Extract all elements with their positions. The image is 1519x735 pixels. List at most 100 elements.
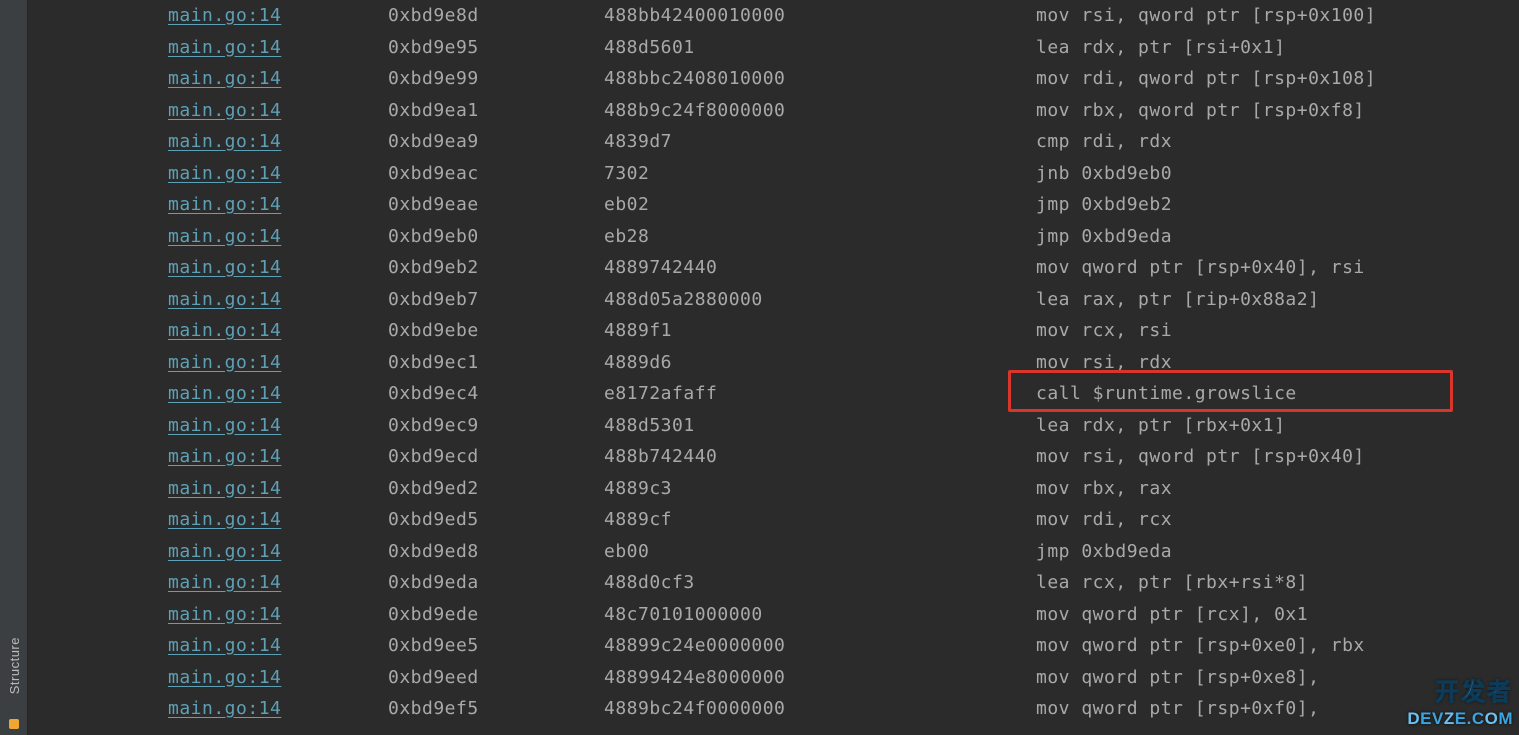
opcode-bytes: 48899424e8000000 [604,662,1036,694]
disasm-row[interactable]: main.go:140xbd9ecd488b742440mov rsi, qwo… [28,441,1519,473]
source-link[interactable]: main.go:14 [168,63,388,95]
source-link[interactable]: main.go:14 [168,504,388,536]
source-link[interactable]: main.go:14 [168,284,388,316]
asm-text: call $runtime.growslice [1036,378,1519,410]
opcode-bytes: 4889742440 [604,252,1036,284]
address: 0xbd9eac [388,158,604,190]
disassembly-panel[interactable]: main.go:140xbd9e8d488bb42400010000mov rs… [28,0,1519,735]
structure-tool-tab[interactable]: Structure [0,601,28,731]
source-link[interactable]: main.go:14 [168,630,388,662]
source-link[interactable]: main.go:14 [168,32,388,64]
source-link[interactable]: main.go:14 [168,252,388,284]
disasm-row[interactable]: main.go:140xbd9e95488d5601lea rdx, ptr [… [28,32,1519,64]
asm-text: mov rsi, qword ptr [rsp+0x40] [1036,441,1519,473]
address: 0xbd9eed [388,662,604,694]
structure-tab-label: Structure [7,637,22,694]
address: 0xbd9ed8 [388,536,604,568]
source-link[interactable]: main.go:14 [168,536,388,568]
disasm-row[interactable]: main.go:140xbd9ede48c70101000000mov qwor… [28,599,1519,631]
opcode-bytes: 488bb42400010000 [604,0,1036,32]
source-link[interactable]: main.go:14 [168,95,388,127]
address: 0xbd9ecd [388,441,604,473]
disasm-row[interactable]: main.go:140xbd9eb0eb28jmp 0xbd9eda [28,221,1519,253]
asm-text: mov rdi, rcx [1036,504,1519,536]
asm-text: jmp 0xbd9eb2 [1036,189,1519,221]
disasm-row[interactable]: main.go:140xbd9e99488bbc2408010000mov rd… [28,63,1519,95]
opcode-bytes: eb28 [604,221,1036,253]
asm-text: lea rdx, ptr [rbx+0x1] [1036,410,1519,442]
address: 0xbd9ed2 [388,473,604,505]
opcode-bytes: 48899c24e0000000 [604,630,1036,662]
opcode-bytes: eb00 [604,536,1036,568]
source-link[interactable]: main.go:14 [168,599,388,631]
source-link[interactable]: main.go:14 [168,126,388,158]
opcode-bytes: 488d5601 [604,32,1036,64]
source-link[interactable]: main.go:14 [168,662,388,694]
source-link[interactable]: main.go:14 [168,473,388,505]
address: 0xbd9ea9 [388,126,604,158]
source-link[interactable]: main.go:14 [168,410,388,442]
source-link[interactable]: main.go:14 [168,378,388,410]
asm-text: mov rbx, rax [1036,473,1519,505]
disasm-row[interactable]: main.go:140xbd9ed54889cfmov rdi, rcx [28,504,1519,536]
disasm-row[interactable]: main.go:140xbd9eaeeb02jmp 0xbd9eb2 [28,189,1519,221]
address: 0xbd9ef5 [388,693,604,725]
opcode-bytes: 488d0cf3 [604,567,1036,599]
opcode-bytes: 4889d6 [604,347,1036,379]
app-root: Structure main.go:140xbd9e8d488bb4240001… [0,0,1519,735]
address: 0xbd9ee5 [388,630,604,662]
disasm-row[interactable]: main.go:140xbd9ea1488b9c24f8000000mov rb… [28,95,1519,127]
disasm-row[interactable]: main.go:140xbd9ea94839d7cmp rdi, rdx [28,126,1519,158]
opcode-bytes: 4889f1 [604,315,1036,347]
source-link[interactable]: main.go:14 [168,347,388,379]
structure-tab-icon [9,719,19,729]
disasm-row[interactable]: main.go:140xbd9e8d488bb42400010000mov rs… [28,0,1519,32]
disasm-row[interactable]: main.go:140xbd9ec9488d5301lea rdx, ptr [… [28,410,1519,442]
disasm-row[interactable]: main.go:140xbd9eda488d0cf3lea rcx, ptr [… [28,567,1519,599]
address: 0xbd9eb2 [388,252,604,284]
source-link[interactable]: main.go:14 [168,441,388,473]
opcode-bytes: 4839d7 [604,126,1036,158]
asm-text: jmp 0xbd9eda [1036,536,1519,568]
opcode-bytes: 7302 [604,158,1036,190]
address: 0xbd9ebe [388,315,604,347]
opcode-bytes: 48c70101000000 [604,599,1036,631]
disasm-row[interactable]: main.go:140xbd9ee548899c24e0000000mov qw… [28,630,1519,662]
disasm-row[interactable]: main.go:140xbd9eb7488d05a2880000lea rax,… [28,284,1519,316]
disasm-row[interactable]: main.go:140xbd9ebe4889f1mov rcx, rsi [28,315,1519,347]
address: 0xbd9eae [388,189,604,221]
asm-text: mov qword ptr [rsp+0xf0], [1036,693,1519,725]
opcode-bytes: 4889cf [604,504,1036,536]
disasm-row[interactable]: main.go:140xbd9ed24889c3mov rbx, rax [28,473,1519,505]
address: 0xbd9e95 [388,32,604,64]
disasm-row[interactable]: main.go:140xbd9ec4e8172afaffcall $runtim… [28,378,1519,410]
asm-text: mov qword ptr [rsp+0x40], rsi [1036,252,1519,284]
opcode-bytes: e8172afaff [604,378,1036,410]
disasm-row[interactable]: main.go:140xbd9eb24889742440mov qword pt… [28,252,1519,284]
source-link[interactable]: main.go:14 [168,693,388,725]
source-link[interactable]: main.go:14 [168,567,388,599]
asm-text: mov rsi, rdx [1036,347,1519,379]
asm-text: mov rbx, qword ptr [rsp+0xf8] [1036,95,1519,127]
asm-text: lea rcx, ptr [rbx+rsi*8] [1036,567,1519,599]
asm-text: mov qword ptr [rsp+0xe8], [1036,662,1519,694]
disasm-row[interactable]: main.go:140xbd9eed48899424e8000000mov qw… [28,662,1519,694]
asm-text: jmp 0xbd9eda [1036,221,1519,253]
asm-text: lea rax, ptr [rip+0x88a2] [1036,284,1519,316]
asm-text: mov rdi, qword ptr [rsp+0x108] [1036,63,1519,95]
disasm-row[interactable]: main.go:140xbd9ec14889d6mov rsi, rdx [28,347,1519,379]
address: 0xbd9eb0 [388,221,604,253]
disasm-row[interactable]: main.go:140xbd9ed8eb00jmp 0xbd9eda [28,536,1519,568]
source-link[interactable]: main.go:14 [168,0,388,32]
source-link[interactable]: main.go:14 [168,158,388,190]
source-link[interactable]: main.go:14 [168,315,388,347]
disasm-row[interactable]: main.go:140xbd9ef54889bc24f0000000mov qw… [28,693,1519,725]
disasm-row[interactable]: main.go:140xbd9eac7302jnb 0xbd9eb0 [28,158,1519,190]
address: 0xbd9e8d [388,0,604,32]
source-link[interactable]: main.go:14 [168,221,388,253]
source-link[interactable]: main.go:14 [168,189,388,221]
asm-text: mov rcx, rsi [1036,315,1519,347]
asm-text: mov qword ptr [rsp+0xe0], rbx [1036,630,1519,662]
address: 0xbd9eb7 [388,284,604,316]
asm-text: mov rsi, qword ptr [rsp+0x100] [1036,0,1519,32]
